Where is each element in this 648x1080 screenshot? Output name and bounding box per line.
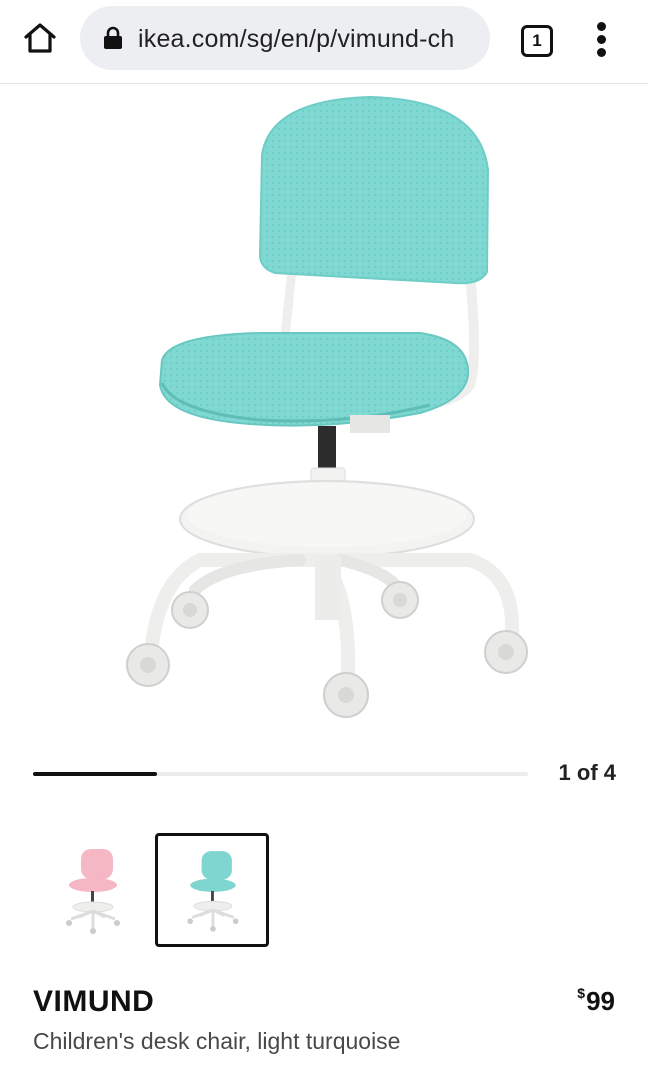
turquoise-chair-thumbnail-image [187, 851, 239, 932]
thumbnail-pink[interactable] [35, 833, 149, 947]
gallery-progress [33, 772, 528, 776]
address-bar[interactable]: ikea.com/sg/en/p/vimund-ch [80, 6, 490, 70]
price-amount: 99 [586, 986, 615, 1016]
url-text: ikea.com/sg/en/p/vimund-ch [138, 25, 455, 53]
tab-switcher-button[interactable]: 1 [518, 22, 554, 58]
pink-chair-thumbnail-image [66, 849, 120, 934]
price-currency: $ [577, 985, 586, 1001]
home-button[interactable] [18, 18, 62, 58]
chair-illustration [126, 95, 528, 718]
product-description: Children's desk chair, light turquoise [33, 1028, 401, 1054]
product-image[interactable] [100, 90, 550, 730]
browser-toolbar: ikea.com/sg/en/p/vimund-ch 1 [0, 0, 648, 84]
more-vert-icon [597, 22, 606, 31]
thumbnail-turquoise[interactable] [155, 833, 269, 947]
product-price: $99 [577, 985, 615, 1017]
lock-icon [104, 26, 122, 49]
product-name: VIMUND [33, 985, 155, 1018]
more-menu-button[interactable] [586, 18, 618, 62]
gallery-counter: 1 of 4 [558, 760, 616, 785]
tab-count: 1 [521, 25, 553, 57]
gallery-progress-fill [33, 772, 157, 776]
home-icon [24, 23, 56, 53]
